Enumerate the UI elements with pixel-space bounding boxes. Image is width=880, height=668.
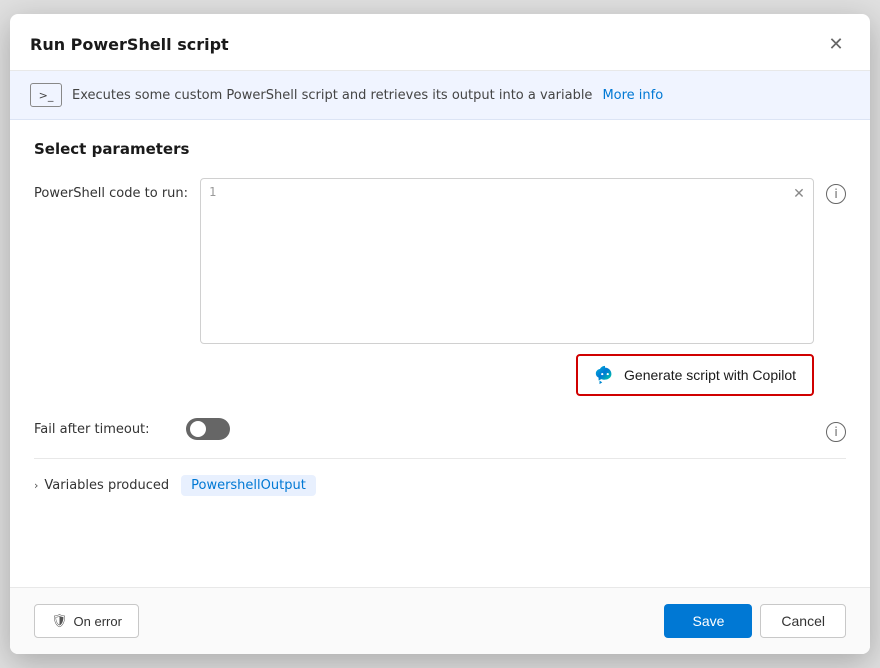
on-error-label: On error <box>74 614 122 629</box>
chevron-icon: › <box>34 479 38 492</box>
terminal-icon: >_ <box>30 83 62 107</box>
variables-label[interactable]: › Variables produced <box>34 478 169 493</box>
section-title: Select parameters <box>34 140 846 158</box>
timeout-info-icon[interactable]: i <box>826 422 846 442</box>
dialog-footer: 🛡 On error Save Cancel <box>10 587 870 654</box>
close-button[interactable]: ✕ <box>822 30 850 58</box>
info-banner-text: Executes some custom PowerShell script a… <box>72 88 592 103</box>
copilot-button-label: Generate script with Copilot <box>624 367 796 383</box>
code-info-icon[interactable]: i <box>826 184 846 204</box>
dialog-title: Run PowerShell script <box>30 35 229 54</box>
info-banner: >_ Executes some custom PowerShell scrip… <box>10 71 870 120</box>
run-powershell-dialog: Run PowerShell script ✕ >_ Executes some… <box>10 14 870 654</box>
on-error-button[interactable]: 🛡 On error <box>34 604 139 638</box>
timeout-toggle[interactable] <box>186 418 230 440</box>
title-bar: Run PowerShell script ✕ <box>10 14 870 71</box>
toggle-knob <box>190 421 206 437</box>
copilot-icon <box>594 364 616 386</box>
variable-badge: PowershellOutput <box>181 475 316 496</box>
variables-text: Variables produced <box>44 478 169 493</box>
code-textarea[interactable] <box>201 179 813 339</box>
shield-icon: 🛡 <box>51 613 68 629</box>
timeout-label: Fail after timeout: <box>34 422 174 437</box>
variables-row: › Variables produced PowershellOutput <box>34 458 846 496</box>
dialog-body: Select parameters PowerShell code to run… <box>10 120 870 587</box>
code-field-row: PowerShell code to run: 1 ✕ <box>34 178 846 400</box>
code-field-content: 1 ✕ <box>200 178 814 400</box>
code-textarea-wrapper: 1 ✕ <box>200 178 814 344</box>
code-field-label: PowerShell code to run: <box>34 178 188 201</box>
more-info-link[interactable]: More info <box>602 88 663 103</box>
save-button[interactable]: Save <box>664 604 752 638</box>
timeout-field-row: Fail after timeout: i <box>34 416 846 442</box>
footer-left: 🛡 On error <box>34 604 139 638</box>
copilot-button[interactable]: Generate script with Copilot <box>576 354 814 396</box>
code-clear-button[interactable]: ✕ <box>789 183 809 203</box>
copilot-row: Generate script with Copilot <box>200 354 814 396</box>
cancel-button[interactable]: Cancel <box>760 604 846 638</box>
line-number: 1 <box>209 185 216 199</box>
footer-right: Save Cancel <box>664 604 846 638</box>
